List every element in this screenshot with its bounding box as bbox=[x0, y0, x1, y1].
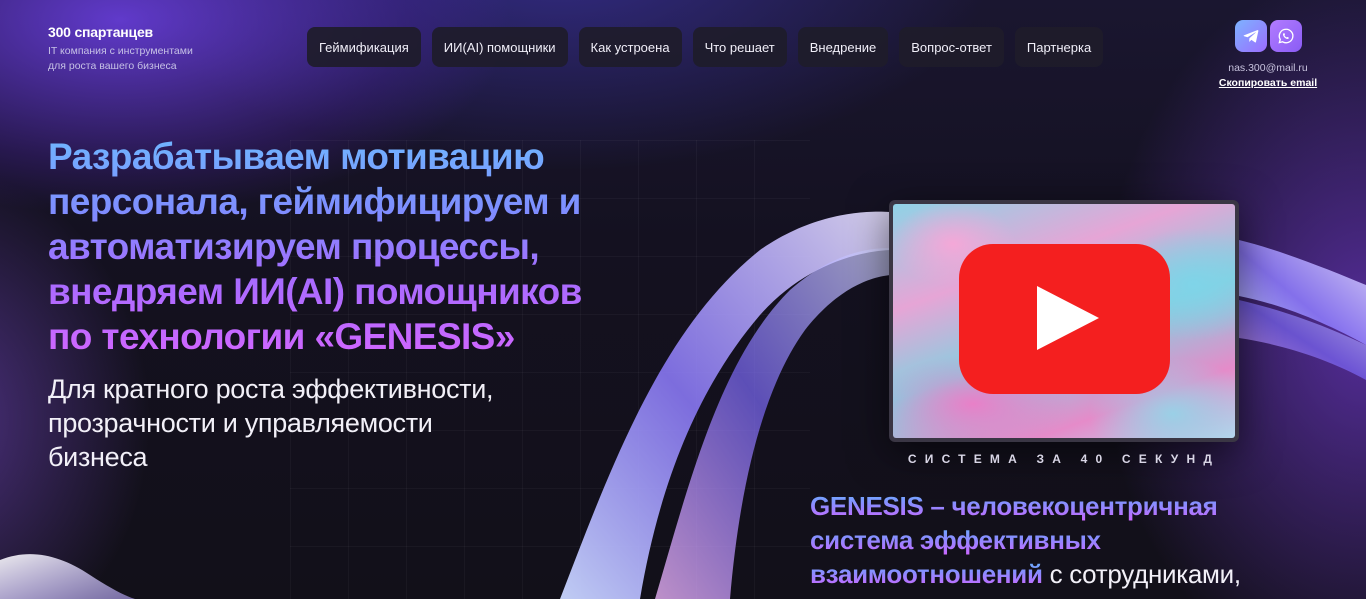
hero-title-line: по технологии «GENESIS» bbox=[48, 316, 515, 357]
nav-item-gamification[interactable]: Геймификация bbox=[307, 27, 421, 67]
social-links bbox=[1218, 20, 1318, 52]
copy-email-link[interactable]: Скопировать email bbox=[1218, 77, 1318, 89]
brand-block: 300 спартанцев IT компания с инструмента… bbox=[48, 24, 193, 74]
genesis-description: GENESIS – человекоцентричная система эфф… bbox=[810, 489, 1330, 591]
nav-item-how-it-works[interactable]: Как устроена bbox=[578, 27, 682, 67]
brand-tagline-line: для роста вашего бизнеса bbox=[48, 60, 177, 72]
hero-subtitle: Для кратного роста эффективности, прозра… bbox=[48, 372, 578, 474]
nav-item-ai-assistants[interactable]: ИИ(AI) помощники bbox=[431, 27, 568, 67]
video-player[interactable] bbox=[889, 200, 1239, 442]
contact-block: nas.300@mail.ru Скопировать email bbox=[1218, 20, 1318, 89]
video-thumbnail bbox=[893, 204, 1235, 438]
nav-item-partners[interactable]: Партнерка bbox=[1014, 27, 1104, 67]
play-icon bbox=[1037, 286, 1099, 350]
brand-tagline: IT компания с инструментами для роста ва… bbox=[48, 44, 193, 74]
hero-subtitle-line: бизнеса bbox=[48, 442, 148, 472]
genesis-text: с сотрудниками, bbox=[1042, 559, 1242, 589]
contact-email: nas.300@mail.ru bbox=[1228, 62, 1308, 74]
hero-title: Разрабатываем мотивацию персонала, гейми… bbox=[48, 134, 648, 359]
telegram-icon bbox=[1243, 30, 1258, 43]
genesis-highlight: взаимоотношений bbox=[810, 559, 1043, 589]
genesis-line: взаимоотношений с сотрудниками, bbox=[810, 557, 1330, 591]
nav-item-what-it-solves[interactable]: Что решает bbox=[692, 27, 787, 67]
hero-subtitle-line: Для кратного роста эффективности, bbox=[48, 374, 494, 404]
hero-title-line: Разрабатываем мотивацию bbox=[48, 136, 545, 177]
brand-name[interactable]: 300 спартанцев bbox=[48, 24, 193, 40]
main-nav: Геймификация ИИ(AI) помощники Как устрое… bbox=[307, 27, 1104, 67]
hero-title-line: персонала, геймифицируем и bbox=[48, 181, 581, 222]
telegram-button[interactable] bbox=[1234, 20, 1267, 52]
genesis-line: система эффективных bbox=[810, 523, 1330, 557]
hero-title-line: автоматизируем процессы, bbox=[48, 226, 540, 267]
play-button[interactable] bbox=[959, 244, 1170, 394]
hero-title-line: внедряем ИИ(AI) помощников bbox=[48, 271, 582, 312]
nav-item-implementation[interactable]: Внедрение bbox=[797, 27, 889, 67]
video-caption: СИСТЕМА ЗА 40 СЕКУНД bbox=[907, 452, 1221, 466]
whatsapp-icon bbox=[1277, 28, 1294, 44]
brand-tagline-line: IT компания с инструментами bbox=[48, 45, 193, 57]
genesis-line: GENESIS – человекоцентричная bbox=[810, 489, 1330, 523]
nav-item-faq[interactable]: Вопрос-ответ bbox=[899, 27, 1004, 67]
hero-subtitle-line: прозрачности и управляемости bbox=[48, 408, 433, 438]
whatsapp-button[interactable] bbox=[1269, 20, 1302, 52]
